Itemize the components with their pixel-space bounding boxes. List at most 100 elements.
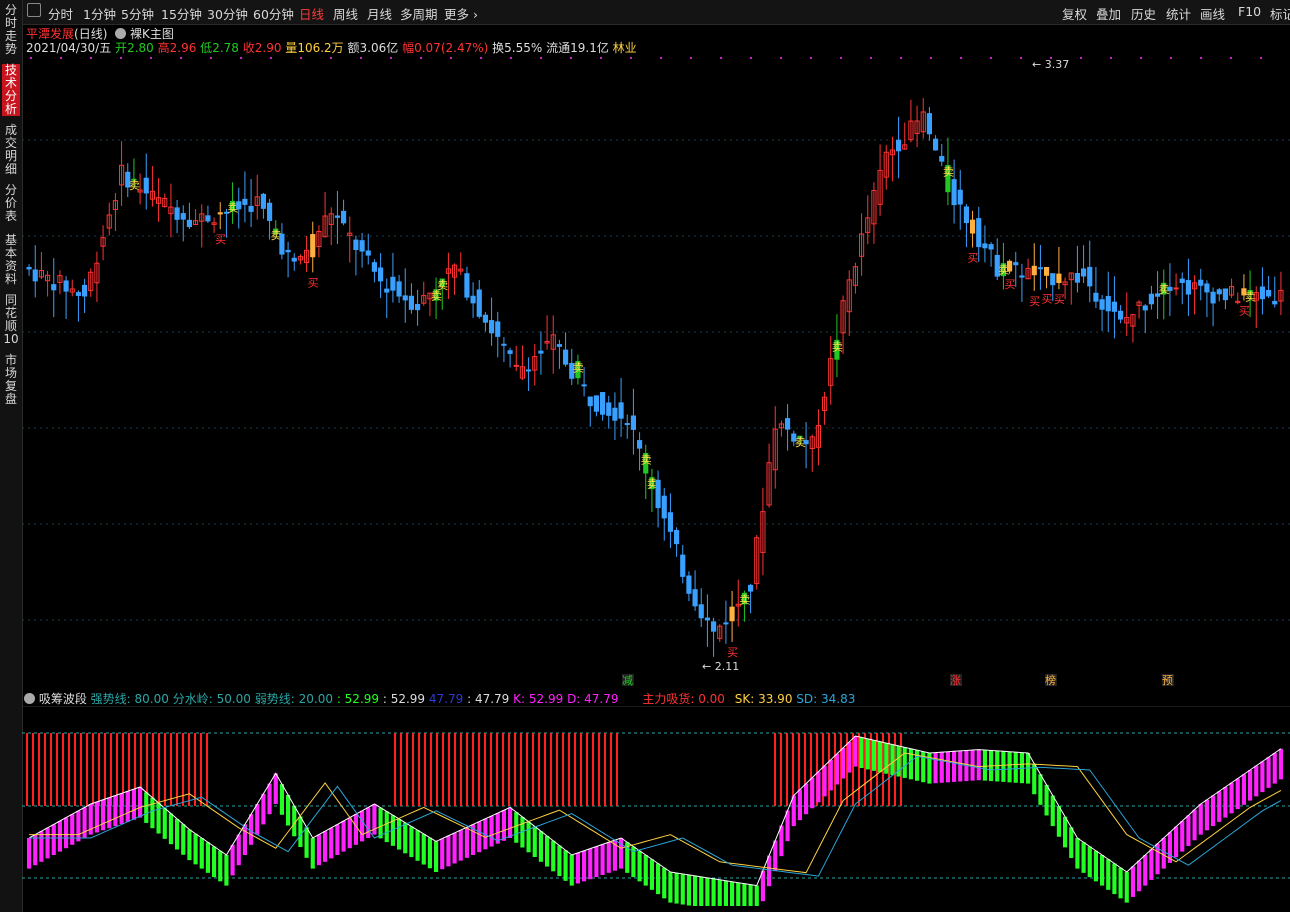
indicator-hist-bar [335, 824, 340, 855]
absorb-bar [418, 733, 420, 806]
indicator-hist-bar [810, 777, 815, 809]
indicator-hist-bar [594, 846, 599, 878]
indicator-hist-bar [1007, 751, 1012, 783]
indicator-hist-bar [569, 855, 574, 886]
indicator-hist-bar [1211, 795, 1216, 827]
candle-body [1167, 286, 1173, 291]
period-tab-10[interactable]: 更多 › [444, 4, 478, 23]
indicator-hist-bar [403, 822, 408, 854]
indicator-hist-bar [841, 747, 846, 779]
absorb-bar [448, 733, 450, 806]
absorb-bar [56, 733, 58, 806]
absorb-bar [544, 733, 546, 806]
marker-dot [810, 57, 812, 59]
indicator-hist-bar [514, 812, 519, 843]
absorb-bar [152, 733, 154, 806]
indicator-hist-bar [64, 817, 69, 849]
candle-body [470, 295, 476, 304]
indicator-hist-bar [156, 802, 161, 834]
indicator-hist-bar [378, 807, 383, 839]
period-tab-9[interactable]: 多周期 [400, 4, 438, 23]
candle-body [291, 257, 297, 262]
toolbar-right-item-3[interactable]: 统计 [1166, 4, 1191, 23]
indicator-hist-bar [1161, 838, 1166, 869]
period-tab-4[interactable]: 30分钟 [207, 4, 248, 23]
side-tab-1[interactable]: 技术分析 [2, 64, 20, 116]
layout-toggle-icon[interactable] [27, 3, 41, 17]
side-tab-0[interactable]: 分时走势 [2, 4, 20, 56]
indicator-hist-bar [526, 821, 531, 853]
indicator-hist-bar [1100, 855, 1105, 886]
indicator-hist-bar [742, 883, 747, 906]
event-tag[interactable]: 榜 [1045, 673, 1056, 687]
side-tab-2[interactable]: 成交明细 [2, 124, 20, 176]
chevron-down-icon[interactable] [24, 693, 35, 704]
toolbar-right-item-1[interactable]: 叠加 [1096, 4, 1121, 23]
absorb-bar [206, 733, 208, 806]
indicator-hist-bar [1204, 799, 1209, 831]
event-tag[interactable]: 预 [1162, 674, 1173, 687]
indicator-hist-bar [51, 824, 56, 855]
indicator-hist-bar [249, 814, 254, 845]
indicator-value-2: : 52.99 [382, 692, 426, 706]
toolbar-right-item-2[interactable]: 历史 [1131, 4, 1156, 23]
period-tab-6[interactable]: 日线 [299, 4, 324, 23]
toolbar-right-item-0[interactable]: 复权 [1062, 4, 1087, 23]
toolbar-right-item-6[interactable]: 标记 [1270, 4, 1290, 23]
period-tab-1[interactable]: 1分钟 [83, 4, 116, 23]
candle-body [680, 554, 686, 577]
indicator-hist-bar [686, 874, 691, 906]
marker-dot [240, 57, 242, 59]
marker-dot [1020, 57, 1022, 59]
indicator-hist-bar [144, 792, 149, 823]
side-tab-4[interactable]: 基本资料 [2, 234, 20, 286]
indicator-hist-bar [261, 793, 266, 825]
marker-dot [300, 57, 302, 59]
indicator-hist-bar [323, 831, 328, 862]
period-tab-2[interactable]: 5分钟 [121, 4, 154, 23]
absorb-bar [586, 733, 588, 806]
candle-body [507, 350, 513, 354]
candle-body [803, 440, 809, 445]
indicator-chart[interactable] [22, 706, 1290, 912]
indicator-hist-bar [588, 848, 593, 880]
indicator-hist-bar [1278, 748, 1283, 780]
indicator-hist-bar [230, 844, 235, 876]
toolbar-right-item-4[interactable]: 画线 [1200, 4, 1225, 23]
event-tag[interactable]: 涨 [950, 674, 961, 687]
candle-body [1050, 273, 1056, 286]
candle-body [538, 350, 544, 354]
side-tab-6[interactable]: 市场复盘 [2, 354, 20, 406]
period-tab-8[interactable]: 月线 [367, 4, 392, 23]
indicator-hist-bar [656, 863, 661, 895]
candle-body [334, 215, 341, 218]
period-tab-3[interactable]: 15分钟 [161, 4, 202, 23]
event-tag[interactable]: 减 [622, 674, 633, 687]
candle-body [371, 262, 378, 272]
indicator-hist-bar [637, 850, 642, 882]
marker-dot [510, 57, 512, 59]
candlestick-chart[interactable]: 卖买卖卖买卖卖卖卖卖买卖卖卖卖买卖买买买买卖买卖← 3.37← 2.11减涨榜预 [22, 54, 1290, 690]
candle-body [637, 440, 643, 449]
absorb-bar [610, 733, 612, 806]
marker-dot [90, 57, 92, 59]
industry[interactable]: 林业 [613, 41, 637, 55]
side-tab-5[interactable]: 同花顺10 [2, 294, 20, 346]
side-tab-3[interactable]: 分价表 [2, 184, 20, 223]
indicator-hist-bar [1217, 791, 1222, 822]
indicator-hist-bar [1272, 753, 1277, 784]
indicator-hist-bar [730, 881, 735, 906]
absorb-bar [568, 733, 570, 806]
marker-dot [1200, 57, 1202, 59]
toolbar-right-item-5[interactable]: F10 [1238, 4, 1261, 19]
strong-line-value: 强势线: 80.00 [90, 692, 169, 706]
indicator-name[interactable]: 吸筹波段 [39, 692, 87, 706]
marker-dot [30, 57, 32, 59]
period-tab-0[interactable]: 分时 [48, 4, 73, 23]
marker-dot [1110, 57, 1112, 59]
indicator-hist-bar [532, 826, 537, 858]
period-tab-5[interactable]: 60分钟 [253, 4, 294, 23]
indicator-hist-bar [662, 867, 667, 899]
period-tab-7[interactable]: 周线 [333, 4, 358, 23]
chevron-down-icon[interactable] [115, 28, 127, 39]
